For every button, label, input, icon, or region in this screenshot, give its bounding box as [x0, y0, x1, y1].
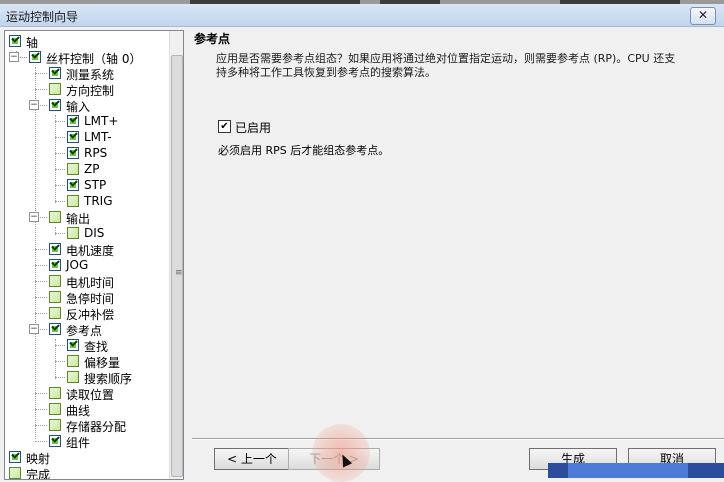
- tree-item[interactable]: 电机时间: [5, 273, 167, 290]
- tree-item[interactable]: 曲线: [5, 401, 167, 418]
- prev-button[interactable]: < 上一个: [214, 448, 290, 470]
- checkbox-box[interactable]: ✔: [218, 120, 231, 133]
- tree-item-label: LMT+: [84, 114, 119, 128]
- checked-icon: [67, 179, 79, 191]
- tree-item[interactable]: DIS: [5, 225, 167, 241]
- collapse-icon[interactable]: −: [29, 324, 39, 334]
- checked-icon: [49, 435, 61, 447]
- tree-item[interactable]: − 丝杆控制（轴 0）: [5, 49, 167, 66]
- tree-item[interactable]: 组件: [5, 433, 167, 450]
- unchecked-icon: [49, 403, 61, 415]
- tree-scrollbar-thumb[interactable]: ≡: [171, 55, 183, 477]
- unchecked-icon: [49, 419, 61, 431]
- tree-item[interactable]: 电机速度: [5, 241, 167, 258]
- tree-item[interactable]: 反冲补偿: [5, 305, 167, 322]
- tree-item[interactable]: LMT-: [5, 129, 167, 145]
- window-titlebar: 运动控制向导 ✕: [0, 4, 724, 27]
- footer-divider: [192, 438, 724, 440]
- tree-item[interactable]: JOG: [5, 257, 167, 273]
- tree-item[interactable]: STP: [5, 177, 167, 193]
- tree-item[interactable]: 测量系统: [5, 65, 167, 82]
- tree-item-label: JOG: [66, 258, 89, 272]
- unchecked-icon: [49, 307, 61, 319]
- rps-note: 必须启用 RPS 后才能组态参考点。: [218, 144, 390, 157]
- checked-icon: [49, 243, 61, 255]
- unchecked-icon: [67, 163, 79, 175]
- tree-item-label: STP: [84, 178, 107, 192]
- tree-item[interactable]: − 参考点: [5, 321, 167, 338]
- collapse-icon[interactable]: −: [9, 52, 19, 62]
- unchecked-icon: [49, 83, 61, 95]
- checked-icon: [49, 259, 61, 271]
- tree-item[interactable]: ZP: [5, 161, 167, 177]
- collapse-icon[interactable]: −: [29, 212, 39, 222]
- checked-icon: [49, 67, 61, 79]
- wizard-nav-tree: 轴 − 丝杆控制（轴 0） 测量系统 方向控制 − 输入 LMT+ LMT- RPS ZP STP TR…: [4, 30, 184, 480]
- checked-icon: [67, 339, 79, 351]
- collapse-icon[interactable]: −: [29, 100, 39, 110]
- unchecked-icon: [49, 291, 61, 303]
- tree-item-label: TRIG: [84, 194, 113, 208]
- tree-item-label: LMT-: [84, 130, 112, 144]
- checked-icon: [67, 147, 79, 159]
- checked-icon: [9, 35, 21, 47]
- tree-item[interactable]: RPS: [5, 145, 167, 161]
- unchecked-icon: [49, 211, 61, 223]
- tree-item-label: ZP: [84, 162, 100, 176]
- taskbar-edge: [548, 463, 724, 478]
- tree-item[interactable]: 读取位置: [5, 385, 167, 402]
- tree-item-label: DIS: [84, 226, 105, 240]
- wizard-page: 参考点 应用是否需要参考点组态？如果应用将通过绝对位置指定运动，则需要参考点 (…: [192, 30, 724, 478]
- tree-item[interactable]: 偏移量: [5, 353, 167, 370]
- tree-item[interactable]: − 输入: [5, 97, 167, 114]
- tree-item[interactable]: LMT+: [5, 113, 167, 129]
- page-title: 参考点: [194, 32, 231, 46]
- tree-item[interactable]: TRIG: [5, 193, 167, 209]
- unchecked-icon: [9, 467, 21, 479]
- checked-icon: [67, 131, 79, 143]
- unchecked-icon: [49, 387, 61, 399]
- enable-label: 已启用: [235, 121, 272, 135]
- tree-item[interactable]: 急停时间: [5, 289, 167, 306]
- unchecked-icon: [49, 275, 61, 287]
- close-button[interactable]: ✕: [690, 7, 716, 25]
- tree-item[interactable]: 查找: [5, 337, 167, 354]
- checked-icon: [9, 451, 21, 463]
- page-description: 应用是否需要参考点组态？如果应用将通过绝对位置指定运动，则需要参考点 (RP)。…: [216, 52, 676, 79]
- check-mark-icon: ✔: [220, 121, 229, 132]
- unchecked-icon: [67, 355, 79, 367]
- tree-item[interactable]: 方向控制: [5, 81, 167, 98]
- close-icon: ✕: [697, 8, 709, 22]
- window-title: 运动控制向导: [6, 10, 79, 24]
- click-highlight: [312, 424, 370, 482]
- scroll-grip-icon: ≡: [175, 268, 183, 278]
- unchecked-icon: [67, 371, 79, 383]
- tree-item[interactable]: 存储器分配: [5, 417, 167, 434]
- unchecked-icon: [67, 227, 79, 239]
- checked-icon: [29, 51, 41, 63]
- tree-item[interactable]: 映射: [5, 449, 167, 466]
- tree-item[interactable]: 搜索顺序: [5, 369, 167, 386]
- tree-item[interactable]: 轴: [5, 33, 167, 50]
- checked-icon: [49, 323, 61, 335]
- tree-item-label: RPS: [84, 146, 108, 160]
- checked-icon: [49, 99, 61, 111]
- unchecked-icon: [67, 195, 79, 207]
- checked-icon: [67, 115, 79, 127]
- tree-scrollbar[interactable]: ≡: [169, 31, 183, 479]
- tree-item[interactable]: − 输出: [5, 209, 167, 226]
